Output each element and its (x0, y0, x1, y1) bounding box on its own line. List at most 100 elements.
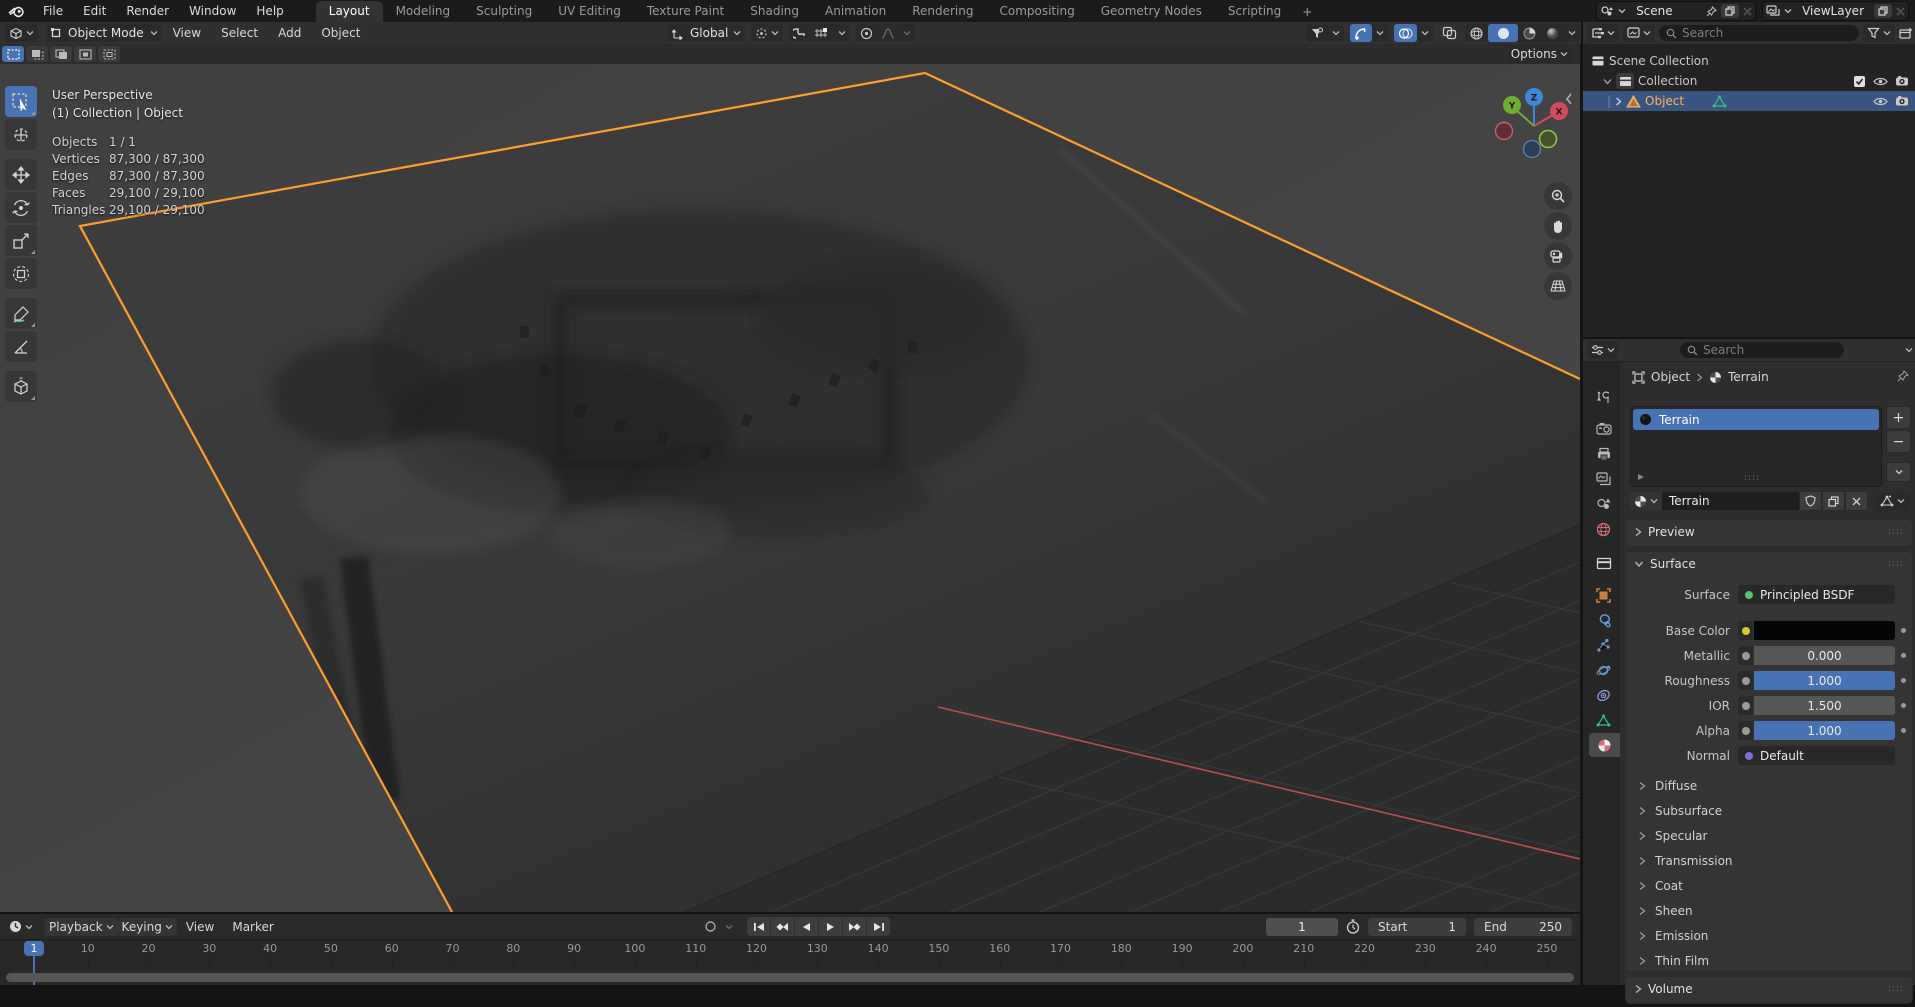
viewlayer-name[interactable]: ViewLayer (1796, 4, 1870, 18)
new-material-button[interactable] (1822, 491, 1845, 511)
tab-particles[interactable] (1587, 633, 1620, 657)
tab-modifiers[interactable] (1587, 608, 1620, 632)
gizmos-toggle-icon[interactable] (1350, 24, 1372, 42)
roughness-input-dot[interactable] (1738, 671, 1753, 690)
snap-target-icon[interactable] (810, 27, 834, 39)
pin-icon[interactable] (1897, 370, 1909, 382)
chevron-right-icon[interactable] (1615, 97, 1622, 106)
tab-collection[interactable] (1587, 551, 1620, 575)
properties-search-input[interactable]: Search (1680, 342, 1844, 358)
tab-compositing[interactable]: Compositing (986, 1, 1087, 22)
checkbox-icon[interactable] (1853, 75, 1866, 88)
subpanel-emission[interactable]: Emission (1626, 923, 1912, 948)
play-button[interactable] (819, 917, 843, 936)
timeline-view-menu[interactable]: View (177, 920, 223, 934)
tool-measure[interactable] (5, 331, 37, 362)
preview-panel[interactable]: Preview :::: (1625, 519, 1913, 547)
subpanel-specular[interactable]: Specular (1626, 823, 1912, 848)
tab-scripting[interactable]: Scripting (1215, 1, 1294, 22)
select-mode-intersect[interactable] (98, 46, 120, 62)
tool-rotate[interactable] (5, 192, 37, 223)
timeline-ruler[interactable]: 1020304050607080901001101201301401501601… (0, 940, 1580, 985)
shading-material-icon[interactable] (1518, 26, 1541, 41)
outliner-row-collection[interactable]: Collection (1583, 71, 1915, 91)
ior-slider[interactable]: 1.500 (1754, 696, 1895, 715)
select-mode-subtract[interactable] (50, 46, 72, 62)
base-color-input-dot[interactable] (1738, 621, 1753, 640)
subpanel-diffuse[interactable]: Diffuse (1626, 773, 1912, 798)
surface-shader-field[interactable]: Principled BSDF (1738, 585, 1895, 604)
unlink-material-button[interactable] (1845, 491, 1868, 511)
base-color-swatch[interactable] (1754, 621, 1895, 640)
remove-slot-button[interactable]: − (1886, 430, 1911, 453)
overlays-toggle-icon[interactable] (1394, 24, 1417, 42)
outliner-filter-dropdown[interactable] (1863, 24, 1895, 42)
tool-select-box[interactable] (5, 86, 37, 117)
play-reverse-button[interactable] (795, 917, 819, 936)
tab-constraints[interactable] (1587, 683, 1620, 707)
outliner-search-input[interactable]: Search (1659, 25, 1859, 41)
tab-modeling[interactable]: Modeling (383, 1, 464, 22)
tab-object[interactable] (1587, 583, 1620, 607)
tool-add-cube[interactable] (5, 371, 37, 402)
shading-wireframe-icon[interactable] (1465, 26, 1488, 41)
menu-file[interactable]: File (33, 0, 73, 22)
tab-output[interactable] (1587, 442, 1620, 466)
subpanel-subsurface[interactable]: Subsurface (1626, 798, 1912, 823)
chevron-down-icon[interactable] (1328, 30, 1344, 36)
sidebar-collapse-icon[interactable] (1564, 92, 1574, 106)
tab-physics[interactable] (1587, 658, 1620, 682)
tool-scale[interactable] (5, 225, 37, 256)
viewlayer-icon[interactable] (1766, 5, 1780, 17)
timeline-scrollbar[interactable] (6, 973, 1574, 982)
tab-sculpting[interactable]: Sculpting (463, 1, 545, 22)
copy-viewlayer-button[interactable] (1874, 4, 1892, 18)
scene-icon[interactable] (1600, 5, 1614, 17)
subpanel-sheen[interactable]: Sheen (1626, 898, 1912, 923)
keyframe-dot[interactable] (1901, 678, 1906, 683)
snap-magnet-icon[interactable] (789, 27, 810, 40)
camera-visibility-icon[interactable] (1895, 95, 1909, 107)
tool-transform[interactable] (5, 258, 37, 289)
start-frame-field[interactable]: Start1 (1368, 918, 1466, 936)
menu-edit[interactable]: Edit (73, 0, 116, 22)
end-frame-field[interactable]: End250 (1474, 918, 1572, 936)
tab-material[interactable] (1589, 733, 1620, 757)
alpha-slider[interactable]: 1.000 (1754, 721, 1895, 740)
current-frame-field[interactable]: 1 (1266, 918, 1338, 936)
zoom-button[interactable] (1544, 182, 1572, 210)
camera-visibility-icon[interactable] (1895, 75, 1909, 87)
tool-annotate[interactable] (5, 298, 37, 329)
breadcrumb-object[interactable]: Object (1651, 370, 1690, 384)
shading-rendered-icon[interactable] (1541, 26, 1564, 41)
prev-keyframe-button[interactable] (771, 917, 795, 936)
shading-solid-icon[interactable] (1488, 24, 1518, 42)
pivot-point-selector[interactable] (751, 24, 783, 42)
nodetree-selector[interactable] (1876, 492, 1909, 510)
select-mode-invert[interactable] (74, 46, 96, 62)
chevron-down-icon[interactable] (1603, 78, 1612, 85)
timeline-editor-selector[interactable] (5, 918, 37, 936)
scene-name[interactable]: Scene (1630, 4, 1702, 18)
outliner-row-object[interactable]: | Object (1583, 91, 1915, 111)
chevron-down-icon[interactable] (1905, 347, 1913, 353)
alpha-input-dot[interactable] (1738, 721, 1753, 740)
breadcrumb-material[interactable]: Terrain (1728, 370, 1769, 384)
select-mode-new[interactable] (2, 46, 24, 62)
subpanel-thin-film[interactable]: Thin Film (1626, 948, 1912, 973)
tab-uv-editing[interactable]: UV Editing (545, 1, 634, 22)
properties-editor-selector[interactable] (1587, 341, 1619, 359)
metallic-slider[interactable]: 0.000 (1754, 646, 1895, 665)
options-dropdown[interactable]: Options (1507, 45, 1572, 63)
tab-view-layer[interactable] (1587, 467, 1620, 491)
menu-select[interactable]: Select (212, 26, 267, 40)
timeline-marker-menu[interactable]: Marker (223, 920, 282, 934)
new-collection-icon[interactable] (1899, 27, 1913, 40)
subpanel-transmission[interactable]: Transmission (1626, 848, 1912, 873)
playback-menu[interactable]: Playback (45, 918, 118, 936)
stopwatch-icon[interactable] (1346, 919, 1360, 934)
chevron-down-icon[interactable] (1618, 8, 1626, 14)
tab-render[interactable] (1587, 417, 1620, 441)
add-slot-button[interactable]: + (1886, 406, 1911, 429)
list-expand-icon[interactable] (1637, 473, 1645, 481)
